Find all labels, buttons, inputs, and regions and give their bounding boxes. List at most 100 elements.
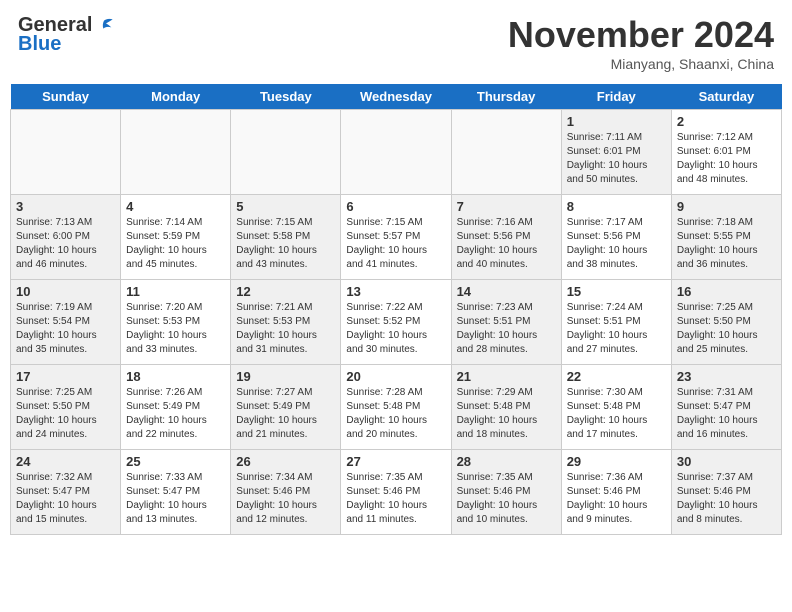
day-number: 3 <box>16 199 115 214</box>
calendar-cell: 11 Sunrise: 7:20 AM Sunset: 5:53 PM Dayli… <box>121 280 231 365</box>
day-number: 14 <box>457 284 556 299</box>
day-number: 29 <box>567 454 666 469</box>
week-row-1: 1Sunrise: 7:11 AM Sunset: 6:01 PM Daylig… <box>11 110 782 195</box>
calendar-cell: 6 Sunrise: 7:15 AM Sunset: 5:57 PM Daylig… <box>341 195 451 280</box>
day-header-monday: Monday <box>121 84 231 110</box>
day-info: Sunrise: 7:23 AM Sunset: 5:51 PM Dayligh… <box>457 301 556 357</box>
day-number: 17 <box>16 369 115 384</box>
page-header: General Blue November 2024 Mianyang, Sha… <box>10 10 782 76</box>
calendar-cell: 21Sunrise: 7:29 AM Sunset: 5:48 PM Dayli… <box>451 365 561 450</box>
calendar-cell: 10 Sunrise: 7:19 AM Sunset: 5:54 PM Dayli… <box>11 280 121 365</box>
day-number: 28 <box>457 454 556 469</box>
calendar-table: SundayMondayTuesdayWednesdayThursdayFrid… <box>10 84 782 535</box>
calendar-cell: 18 Sunrise: 7:26 AM Sunset: 5:49 PM Dayli… <box>121 365 231 450</box>
day-info: Sunrise: 7:14 AM Sunset: 5:59 PM Dayligh… <box>126 216 225 272</box>
calendar-cell: 15 Sunrise: 7:24 AM Sunset: 5:51 PM Dayli… <box>561 280 671 365</box>
day-info: Sunrise: 7:25 AM Sunset: 5:50 PM Dayligh… <box>16 386 115 442</box>
day-info: Sunrise: 7:31 AM Sunset: 5:47 PM Dayligh… <box>677 386 776 442</box>
calendar-cell: 5 Sunrise: 7:15 AM Sunset: 5:58 PM Daylig… <box>231 195 341 280</box>
day-number: 10 <box>16 284 115 299</box>
day-number: 13 <box>346 284 445 299</box>
calendar-cell: 3 Sunrise: 7:13 AM Sunset: 6:00 PM Daylig… <box>11 195 121 280</box>
calendar-cell: 13 Sunrise: 7:22 AM Sunset: 5:52 PM Dayli… <box>341 280 451 365</box>
day-info: Sunrise: 7:12 AM Sunset: 6:01 PM Dayligh… <box>677 131 776 187</box>
day-info: Sunrise: 7:27 AM Sunset: 5:49 PM Dayligh… <box>236 386 335 442</box>
day-info: Sunrise: 7:37 AM Sunset: 5:46 PM Dayligh… <box>677 471 776 527</box>
calendar-cell: 22 Sunrise: 7:30 AM Sunset: 5:48 PM Dayli… <box>561 365 671 450</box>
calendar-cell: 20 Sunrise: 7:28 AM Sunset: 5:48 PM Dayli… <box>341 365 451 450</box>
day-info: Sunrise: 7:24 AM Sunset: 5:51 PM Dayligh… <box>567 301 666 357</box>
week-row-5: 24 Sunrise: 7:32 AM Sunset: 5:47 PM Dayli… <box>11 450 782 535</box>
day-number: 26 <box>236 454 335 469</box>
day-header-wednesday: Wednesday <box>341 84 451 110</box>
day-number: 30 <box>677 454 776 469</box>
calendar-cell: 1Sunrise: 7:11 AM Sunset: 6:01 PM Daylig… <box>561 110 671 195</box>
calendar-cell: 2 Sunrise: 7:12 AM Sunset: 6:01 PM Daylig… <box>671 110 781 195</box>
day-info: Sunrise: 7:13 AM Sunset: 6:00 PM Dayligh… <box>16 216 115 272</box>
calendar-cell: 4 Sunrise: 7:14 AM Sunset: 5:59 PM Daylig… <box>121 195 231 280</box>
calendar-cell: 12 Sunrise: 7:21 AM Sunset: 5:53 PM Dayli… <box>231 280 341 365</box>
day-info: Sunrise: 7:15 AM Sunset: 5:57 PM Dayligh… <box>346 216 445 272</box>
calendar-cell <box>231 110 341 195</box>
month-title: November 2024 <box>508 14 774 56</box>
calendar-cell: 16 Sunrise: 7:25 AM Sunset: 5:50 PM Dayli… <box>671 280 781 365</box>
day-info: Sunrise: 7:35 AM Sunset: 5:46 PM Dayligh… <box>346 471 445 527</box>
day-info: Sunrise: 7:25 AM Sunset: 5:50 PM Dayligh… <box>677 301 776 357</box>
logo-blue-text: Blue <box>18 33 61 56</box>
day-number: 27 <box>346 454 445 469</box>
day-number: 25 <box>126 454 225 469</box>
day-info: Sunrise: 7:28 AM Sunset: 5:48 PM Dayligh… <box>346 386 445 442</box>
day-info: Sunrise: 7:30 AM Sunset: 5:48 PM Dayligh… <box>567 386 666 442</box>
day-info: Sunrise: 7:34 AM Sunset: 5:46 PM Dayligh… <box>236 471 335 527</box>
calendar-cell: 8Sunrise: 7:17 AM Sunset: 5:56 PM Daylig… <box>561 195 671 280</box>
day-info: Sunrise: 7:32 AM Sunset: 5:47 PM Dayligh… <box>16 471 115 527</box>
day-header-saturday: Saturday <box>671 84 781 110</box>
calendar-cell: 27 Sunrise: 7:35 AM Sunset: 5:46 PM Dayli… <box>341 450 451 535</box>
day-number: 11 <box>126 284 225 299</box>
calendar-cell <box>451 110 561 195</box>
title-block: November 2024 Mianyang, Shaanxi, China <box>508 14 774 72</box>
day-info: Sunrise: 7:16 AM Sunset: 5:56 PM Dayligh… <box>457 216 556 272</box>
day-number: 4 <box>126 199 225 214</box>
day-info: Sunrise: 7:22 AM Sunset: 5:52 PM Dayligh… <box>346 301 445 357</box>
week-row-4: 17 Sunrise: 7:25 AM Sunset: 5:50 PM Dayli… <box>11 365 782 450</box>
day-info: Sunrise: 7:20 AM Sunset: 5:53 PM Dayligh… <box>126 301 225 357</box>
day-number: 16 <box>677 284 776 299</box>
calendar-cell: 9 Sunrise: 7:18 AM Sunset: 5:55 PM Daylig… <box>671 195 781 280</box>
calendar-header-row: SundayMondayTuesdayWednesdayThursdayFrid… <box>11 84 782 110</box>
calendar-cell <box>121 110 231 195</box>
day-number: 24 <box>16 454 115 469</box>
logo: General Blue <box>18 14 114 56</box>
calendar-cell: 23Sunrise: 7:31 AM Sunset: 5:47 PM Dayli… <box>671 365 781 450</box>
calendar-cell: 25 Sunrise: 7:33 AM Sunset: 5:47 PM Dayli… <box>121 450 231 535</box>
day-info: Sunrise: 7:26 AM Sunset: 5:49 PM Dayligh… <box>126 386 225 442</box>
day-number: 2 <box>677 114 776 129</box>
calendar-cell: 30 Sunrise: 7:37 AM Sunset: 5:46 PM Dayli… <box>671 450 781 535</box>
day-header-tuesday: Tuesday <box>231 84 341 110</box>
day-info: Sunrise: 7:36 AM Sunset: 5:46 PM Dayligh… <box>567 471 666 527</box>
day-info: Sunrise: 7:21 AM Sunset: 5:53 PM Dayligh… <box>236 301 335 357</box>
calendar-cell: 28 Sunrise: 7:35 AM Sunset: 5:46 PM Dayli… <box>451 450 561 535</box>
calendar-cell: 26 Sunrise: 7:34 AM Sunset: 5:46 PM Dayli… <box>231 450 341 535</box>
day-header-sunday: Sunday <box>11 84 121 110</box>
day-header-thursday: Thursday <box>451 84 561 110</box>
day-info: Sunrise: 7:19 AM Sunset: 5:54 PM Dayligh… <box>16 301 115 357</box>
day-number: 22 <box>567 369 666 384</box>
day-number: 9 <box>677 199 776 214</box>
calendar-cell <box>341 110 451 195</box>
day-info: Sunrise: 7:35 AM Sunset: 5:46 PM Dayligh… <box>457 471 556 527</box>
day-info: Sunrise: 7:15 AM Sunset: 5:58 PM Dayligh… <box>236 216 335 272</box>
day-number: 19 <box>236 369 335 384</box>
day-number: 21 <box>457 369 556 384</box>
week-row-3: 10 Sunrise: 7:19 AM Sunset: 5:54 PM Dayli… <box>11 280 782 365</box>
day-number: 6 <box>346 199 445 214</box>
day-number: 18 <box>126 369 225 384</box>
day-number: 15 <box>567 284 666 299</box>
day-info: Sunrise: 7:33 AM Sunset: 5:47 PM Dayligh… <box>126 471 225 527</box>
calendar-cell: 17 Sunrise: 7:25 AM Sunset: 5:50 PM Dayli… <box>11 365 121 450</box>
day-number: 20 <box>346 369 445 384</box>
day-number: 12 <box>236 284 335 299</box>
day-number: 5 <box>236 199 335 214</box>
calendar-cell: 7Sunrise: 7:16 AM Sunset: 5:56 PM Daylig… <box>451 195 561 280</box>
day-info: Sunrise: 7:18 AM Sunset: 5:55 PM Dayligh… <box>677 216 776 272</box>
